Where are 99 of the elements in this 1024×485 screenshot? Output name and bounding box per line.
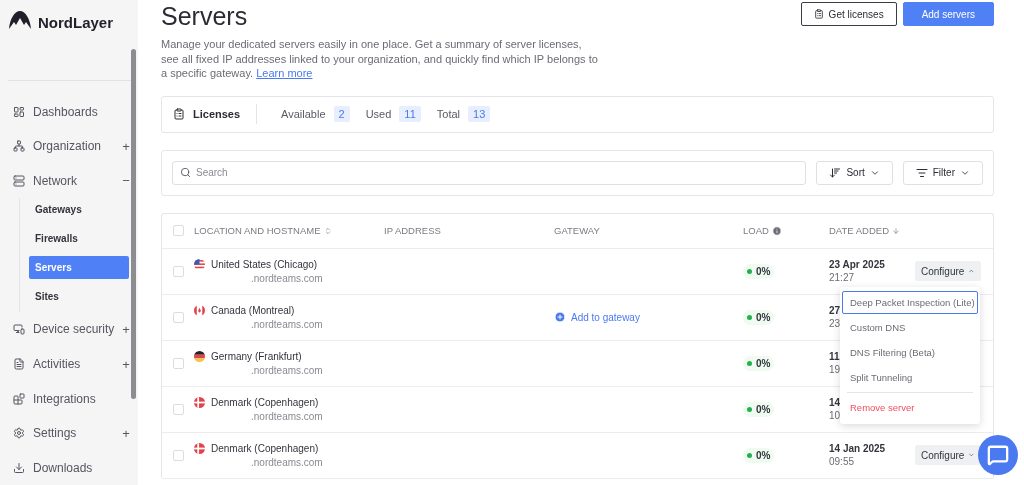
network-icon <box>13 140 25 153</box>
flag-icon <box>194 258 205 270</box>
hostname: .nordteams.com <box>250 318 323 330</box>
filter-button[interactable]: Filter <box>902 160 983 185</box>
nav-item[interactable]: Device security + <box>0 312 144 347</box>
column-header: DATE ADDED <box>829 225 889 236</box>
flag-icon <box>194 442 205 454</box>
learn-more-link[interactable]: Learn more <box>256 67 313 79</box>
sort-icon <box>323 226 332 235</box>
settings-icon <box>13 427 25 440</box>
stat-label: Total <box>436 108 461 120</box>
column-header: IP ADDRESS <box>384 225 441 236</box>
hostname: .nordteams.com <box>250 364 323 376</box>
nav-subitem[interactable]: Firewalls <box>29 227 129 251</box>
nav-item[interactable]: Downloads <box>0 450 144 485</box>
sort-button[interactable]: Sort <box>816 160 893 185</box>
date-text: 27 <box>829 305 841 316</box>
location-name: United States (Chicago) <box>211 258 319 270</box>
chat-icon <box>987 444 1009 466</box>
get-licenses-button[interactable]: Get licenses <box>800 2 897 26</box>
page-title: Servers <box>161 2 249 31</box>
date-text: 14 Jan 2025 <box>829 443 886 454</box>
column-header: LOCATION AND HOSTNAME <box>194 225 321 236</box>
download-icon <box>13 461 25 474</box>
configure-button[interactable]: Configure <box>915 261 981 281</box>
add-to-gateway-link[interactable]: Add to gateway <box>554 311 743 323</box>
search-icon <box>180 166 191 178</box>
search-field[interactable]: Search <box>172 160 807 185</box>
clipboard-icon <box>813 9 824 19</box>
devices-icon <box>13 323 25 336</box>
row-checkbox[interactable] <box>173 449 184 461</box>
nav-subitem[interactable]: Servers <box>29 256 129 280</box>
nav-item[interactable]: Network − <box>0 163 144 199</box>
date-text: 23 Apr 2025 <box>829 259 885 270</box>
menu-item[interactable]: DNS Filtering (Beta) <box>842 340 978 364</box>
menu-item[interactable]: Custom DNS <box>842 315 978 339</box>
count-badge: 2 <box>333 106 350 122</box>
logo-icon <box>8 10 32 30</box>
menu-item[interactable]: Deep Packet Inspection (Lite) <box>842 290 978 314</box>
hostname: .nordteams.com <box>250 456 323 468</box>
row-checkbox[interactable] <box>173 357 184 369</box>
expand-toggle[interactable]: + <box>122 138 130 154</box>
select-all-checkbox[interactable] <box>173 225 184 236</box>
row-checkbox[interactable] <box>173 311 184 323</box>
configure-button[interactable]: Configure <box>915 445 981 465</box>
load-badge: 0% <box>743 263 775 279</box>
time-text: 21:27 <box>829 272 855 283</box>
dashboard-icon <box>13 105 25 118</box>
hostname: .nordteams.com <box>250 272 323 284</box>
filter-icon <box>915 166 928 179</box>
brand-name: NordLayer <box>38 14 114 31</box>
location-name: Denmark (Copenhagen) <box>211 442 320 454</box>
expand-toggle[interactable]: − <box>122 173 130 189</box>
flag-icon <box>194 396 205 408</box>
count-badge: 13 <box>468 106 491 122</box>
time-text: 09:55 <box>829 456 855 467</box>
expand-toggle[interactable]: + <box>122 321 130 337</box>
nav-subitem[interactable]: Sites <box>29 285 129 309</box>
load-badge: 0% <box>743 401 775 417</box>
chat-button[interactable] <box>978 435 1018 475</box>
menu-item[interactable]: Split Tunneling <box>842 365 978 389</box>
server-icon <box>13 174 25 187</box>
plus-circle-icon <box>554 311 566 323</box>
stat-label: Available <box>281 108 326 120</box>
nav-item[interactable]: Dashboards <box>0 94 144 130</box>
load-badge: 0% <box>743 309 775 325</box>
nav-item[interactable]: Activities + <box>0 346 144 382</box>
nav-subitem[interactable]: Gateways <box>29 198 129 222</box>
nav-item[interactable]: Organization + <box>0 129 144 164</box>
clipboard-icon <box>173 108 185 120</box>
load-badge: 0% <box>743 447 775 463</box>
blocks-icon <box>13 392 25 405</box>
info-icon <box>771 225 782 236</box>
count-badge: 11 <box>399 106 421 122</box>
flag-icon <box>194 304 205 316</box>
add-servers-button[interactable]: Add servers <box>902 2 994 26</box>
nav-item[interactable]: Settings + <box>0 415 144 451</box>
column-header: LOAD <box>743 225 769 236</box>
expand-toggle[interactable]: + <box>122 356 130 372</box>
row-checkbox[interactable] <box>173 265 184 277</box>
hostname: .nordteams.com <box>250 410 323 422</box>
sort-icon <box>829 166 842 179</box>
location-name: Germany (Frankfurt) <box>211 350 303 362</box>
location-name: Canada (Montreal) <box>211 304 296 316</box>
licenses-label: Licenses <box>193 108 241 120</box>
load-badge: 0% <box>743 355 775 371</box>
sort-down-icon <box>892 226 900 235</box>
location-name: Denmark (Copenhagen) <box>211 396 320 408</box>
stat-label: Used <box>365 108 392 120</box>
date-text: 14 <box>829 397 841 408</box>
row-checkbox[interactable] <box>173 403 184 415</box>
page-description: Manage your dedicated servers easily in one place. Get a summary of server licenses, see all fixed IP addresses linked to your organization, and quickly find which IP belongs to a specific gateway. Learn more <box>161 37 599 81</box>
flag-icon <box>194 350 205 362</box>
document-icon <box>13 358 25 370</box>
nav-item[interactable]: Integrations <box>0 381 144 416</box>
expand-toggle[interactable]: + <box>122 425 130 441</box>
menu-item[interactable]: Remove server <box>842 395 978 419</box>
date-text: 11 <box>829 351 840 362</box>
column-header: GATEWAY <box>554 225 600 236</box>
